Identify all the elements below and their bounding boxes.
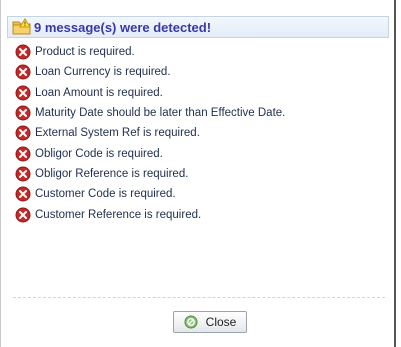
message-text: Customer Reference is required. (35, 208, 202, 221)
error-icon (15, 146, 31, 162)
list-item: Product is required. (15, 42, 285, 62)
footer-divider (13, 297, 385, 298)
message-text: Product is required. (35, 46, 135, 59)
error-icon (15, 44, 31, 60)
message-list: Product is required. Loan Currency is re… (15, 42, 285, 225)
list-item: Loan Currency is required. (15, 62, 285, 82)
error-icon (15, 186, 31, 202)
error-icon (15, 105, 31, 121)
message-text: Loan Currency is required. (35, 66, 171, 79)
message-text: Maturity Date should be later than Effec… (35, 107, 286, 120)
list-item: Maturity Date should be later than Effec… (15, 103, 285, 123)
close-circle-icon (184, 315, 198, 329)
error-icon (15, 125, 31, 141)
warning-folder-icon (12, 18, 32, 36)
list-item: Obligor Code is required. (15, 143, 285, 163)
close-button-label: Close (205, 315, 237, 329)
list-item: External System Ref is required. (15, 123, 285, 143)
message-text: External System Ref is required. (35, 127, 200, 140)
list-item: Loan Amount is required. (15, 83, 285, 103)
error-icon (15, 207, 31, 223)
list-item: Customer Reference is required. (15, 204, 285, 224)
validation-dialog: 9 message(s) were detected! Product is r… (0, 0, 396, 347)
dialog-header: 9 message(s) were detected! (7, 16, 389, 38)
list-item: Obligor Reference is required. (15, 164, 285, 184)
error-icon (15, 64, 31, 80)
message-text: Customer Code is required. (35, 188, 176, 201)
dialog-title: 9 message(s) were detected! (34, 19, 212, 35)
message-text: Obligor Code is required. (35, 147, 163, 160)
message-text: Obligor Reference is required. (35, 167, 189, 180)
list-item: Customer Code is required. (15, 184, 285, 204)
error-icon (15, 85, 31, 101)
message-text: Loan Amount is required. (35, 86, 163, 99)
close-button[interactable]: Close (173, 311, 247, 333)
error-icon (15, 166, 31, 182)
